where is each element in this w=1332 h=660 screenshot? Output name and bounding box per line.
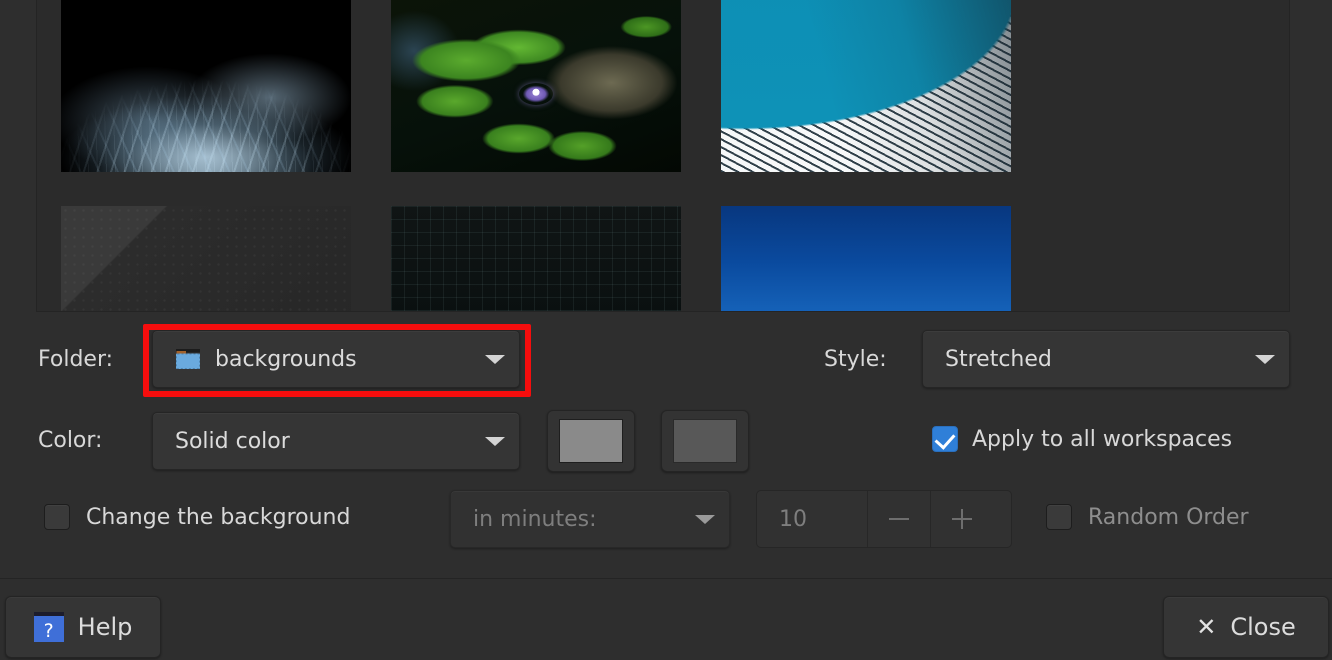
- options-area: Folder: backgrounds Style: Stretched Col…: [0, 318, 1332, 578]
- interval-value-field[interactable]: 10: [757, 491, 867, 547]
- secondary-color-swatch-button[interactable]: [661, 410, 749, 472]
- wallpaper-thumbnail-icy-water[interactable]: [61, 0, 351, 172]
- close-button[interactable]: ✕ Close: [1163, 596, 1329, 658]
- wallpaper-thumbnail-architecture-lattice[interactable]: [721, 0, 1011, 172]
- interval-mode-value: in minutes:: [473, 506, 597, 532]
- help-icon: ?: [33, 612, 64, 642]
- change-background-checkbox[interactable]: [44, 504, 70, 530]
- wallpaper-row: [37, 0, 1289, 172]
- folder-label: Folder:: [38, 346, 114, 372]
- apply-to-all-workspaces-label: Apply to all workspaces: [972, 426, 1233, 452]
- interval-increment-button[interactable]: [930, 491, 993, 547]
- interval-mode-combobox[interactable]: in minutes:: [450, 490, 730, 548]
- color-combobox[interactable]: Solid color: [152, 412, 520, 470]
- wallpaper-thumbnail-lily-pads[interactable]: [391, 0, 681, 172]
- wallpaper-row: [37, 206, 1289, 311]
- folder-combobox-value: backgrounds: [215, 346, 357, 372]
- primary-color-swatch: [559, 419, 623, 463]
- folder-combobox[interactable]: backgrounds: [152, 330, 520, 388]
- wallpaper-grid: [37, 0, 1289, 311]
- chevron-down-icon: [485, 354, 505, 364]
- color-combobox-value: Solid color: [175, 428, 290, 454]
- wallpaper-thumbnail-dark-diagonal[interactable]: [61, 206, 351, 311]
- help-button-label: Help: [77, 613, 133, 641]
- minus-icon: [889, 518, 909, 520]
- chevron-down-icon: [485, 436, 505, 446]
- help-button[interactable]: ? Help: [5, 596, 161, 658]
- wallpaper-thumbnail-blue-gradient[interactable]: [721, 206, 1011, 311]
- color-label: Color:: [38, 428, 103, 453]
- style-combobox[interactable]: Stretched: [922, 330, 1290, 388]
- random-order-row[interactable]: Random Order: [1046, 504, 1249, 530]
- wallpaper-thumbnail-dark-grid[interactable]: [391, 206, 681, 311]
- slideshow-row: Change the background in minutes: 10 Ran…: [0, 490, 1332, 548]
- dialog-button-bar: ? Help ✕ Close: [0, 579, 1332, 660]
- primary-color-swatch-button[interactable]: [547, 410, 635, 472]
- close-icon: ✕: [1196, 613, 1217, 641]
- folder-style-row: Folder: backgrounds Style: Stretched: [0, 330, 1332, 388]
- random-order-label: Random Order: [1088, 504, 1249, 530]
- change-background-label: Change the background: [86, 504, 351, 530]
- interval-decrement-button[interactable]: [867, 491, 930, 547]
- check-icon: [934, 428, 956, 450]
- plus-icon-vertical: [961, 509, 963, 529]
- background-settings-dialog: Folder: backgrounds Style: Stretched Col…: [0, 0, 1332, 660]
- style-combobox-value: Stretched: [945, 346, 1052, 372]
- change-background-row[interactable]: Change the background: [44, 504, 350, 530]
- folder-icon: [175, 348, 201, 370]
- apply-to-all-workspaces-row[interactable]: Apply to all workspaces: [932, 426, 1232, 452]
- apply-to-all-workspaces-checkbox[interactable]: [932, 426, 958, 452]
- secondary-color-swatch: [673, 419, 737, 463]
- color-row: Color: Solid color Apply to all workspac…: [0, 410, 1332, 472]
- chevron-down-icon: [1255, 354, 1275, 364]
- close-button-label: Close: [1230, 613, 1296, 641]
- random-order-checkbox[interactable]: [1046, 504, 1072, 530]
- style-label: Style:: [824, 346, 887, 372]
- chevron-down-icon: [695, 514, 715, 524]
- wallpaper-list-view[interactable]: [36, 0, 1290, 312]
- interval-value-spinner[interactable]: 10: [756, 490, 1012, 548]
